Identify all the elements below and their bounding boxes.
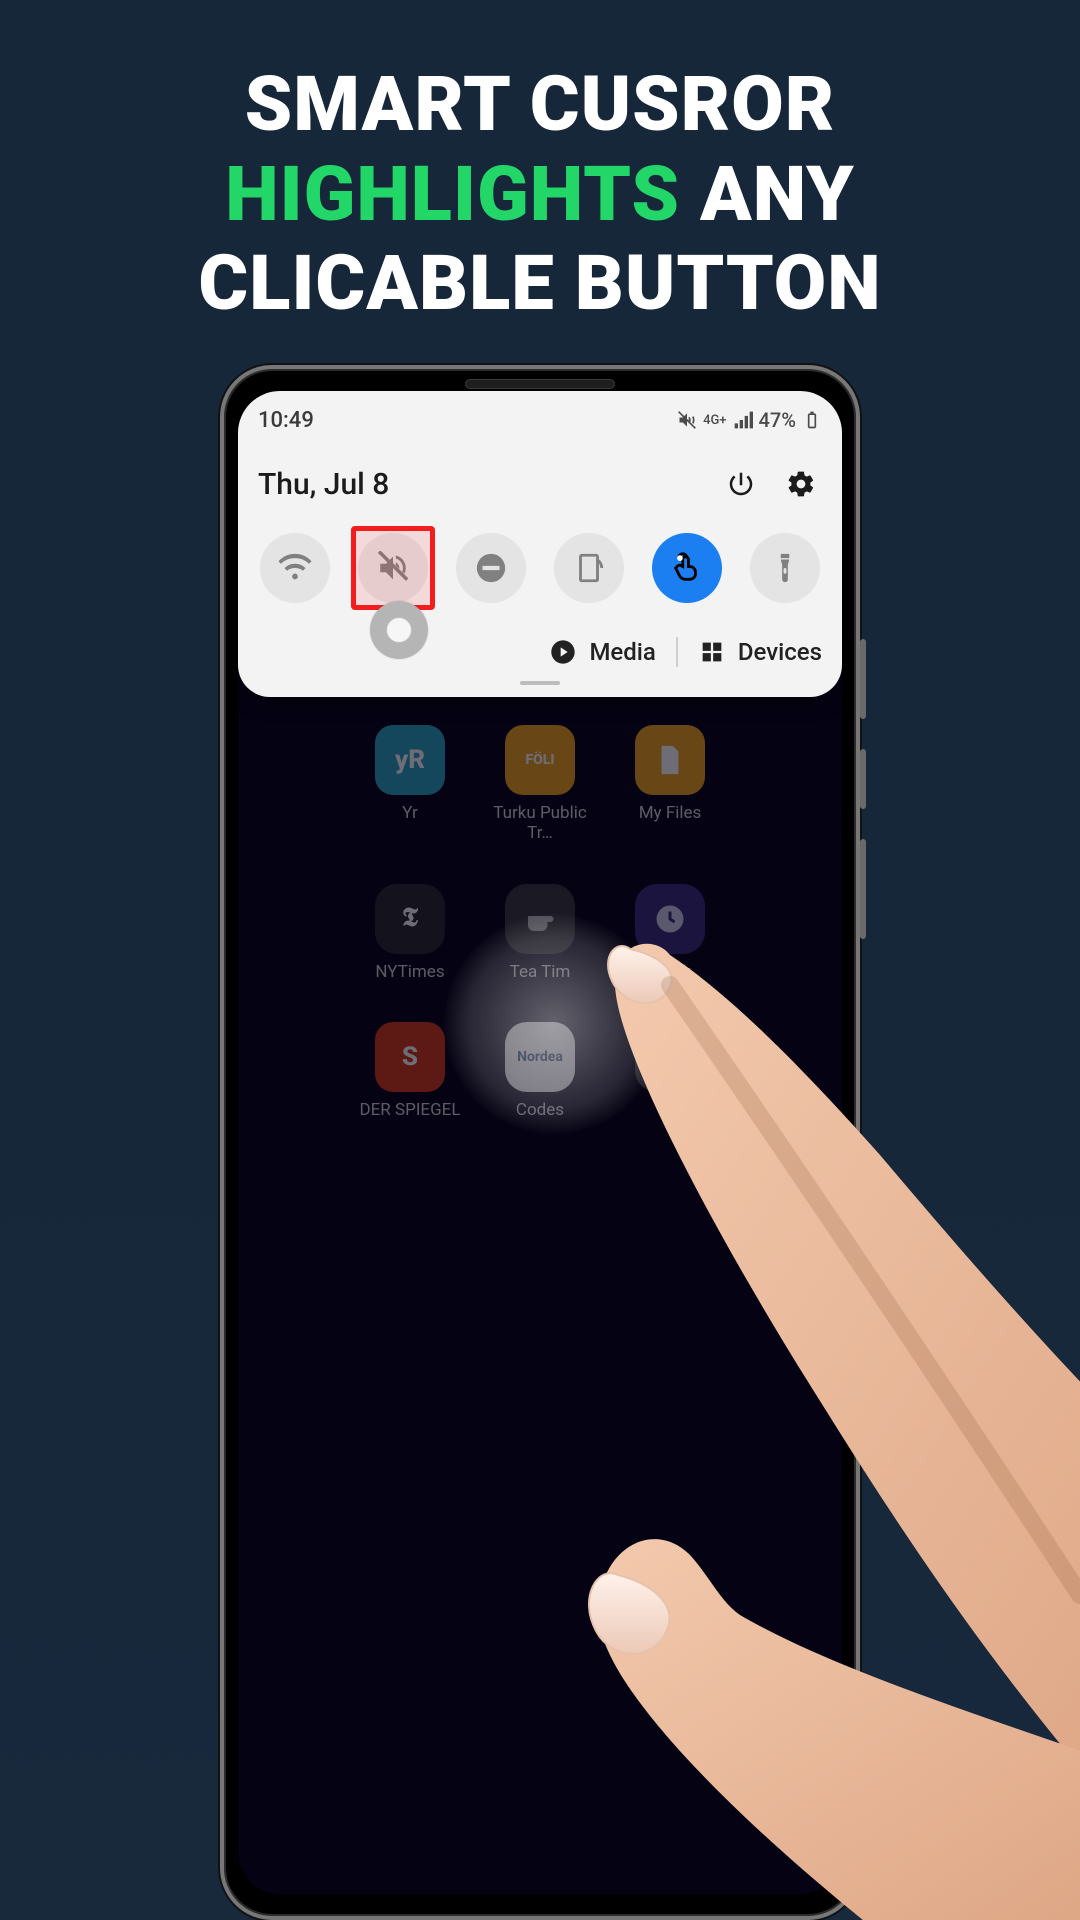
power-icon (726, 469, 756, 499)
home-app[interactable]: yR Yr (350, 725, 470, 844)
rotate-icon (572, 551, 606, 585)
devices-button[interactable]: Devices (698, 638, 822, 666)
qs-gesture-toggle[interactable] (652, 533, 722, 603)
app-icon: FÖLI (505, 725, 575, 795)
phone-side-button (860, 639, 866, 719)
home-app[interactable]: 𝕿 NYTimes (350, 884, 470, 982)
app-icon: S (375, 1022, 445, 1092)
status-bar: 10:49 4G+ 47% (258, 403, 822, 437)
phone-side-button (860, 749, 866, 809)
media-button[interactable]: Media (549, 638, 655, 666)
network-type: 4G+ (703, 413, 726, 428)
qs-wifi-toggle[interactable] (260, 533, 330, 603)
mute-icon (376, 551, 410, 585)
status-time: 10:49 (258, 408, 314, 433)
battery-text: 47% (759, 408, 796, 432)
headline-line1: Smart cusror (245, 59, 836, 149)
gear-icon (786, 469, 816, 499)
signal-icon (733, 410, 753, 430)
qs-rotate-toggle[interactable] (554, 533, 624, 603)
headline-line3: clicable button (198, 238, 881, 328)
panel-date: Thu, Jul 8 (258, 467, 389, 502)
quick-settings-row (258, 533, 822, 603)
gesture-icon (670, 551, 704, 585)
panel-date-row: Thu, Jul 8 (258, 463, 822, 505)
qs-mute-toggle[interactable] (358, 533, 428, 603)
battery-icon (802, 410, 822, 430)
qs-flashlight-toggle[interactable] (750, 533, 820, 603)
divider (676, 637, 678, 667)
app-icon (635, 725, 705, 795)
pointing-hand (560, 915, 1080, 1920)
flashlight-icon (768, 551, 802, 585)
mute-status-icon (677, 410, 697, 430)
grid-icon (698, 638, 726, 666)
headline-line2b: any (680, 149, 855, 239)
status-icons: 4G+ 47% (677, 408, 822, 432)
phone-speaker (465, 379, 615, 389)
headline-accent: highlights (225, 149, 680, 239)
power-button[interactable] (720, 463, 762, 505)
smart-cursor (370, 601, 428, 659)
app-label: Turku Public Tr… (484, 803, 596, 844)
app-icon: 𝕿 (375, 884, 445, 954)
app-icon: yR (375, 725, 445, 795)
app-label: DER SPIEGEL (359, 1100, 460, 1120)
dnd-icon (474, 551, 508, 585)
marketing-headline: Smart cusror highlights any clicable but… (0, 60, 1080, 329)
app-label: Yr (402, 803, 418, 823)
devices-label: Devices (738, 638, 822, 666)
wifi-icon (278, 551, 312, 585)
settings-button[interactable] (780, 463, 822, 505)
home-app[interactable]: FÖLI Turku Public Tr… (480, 725, 600, 844)
media-label: Media (589, 638, 655, 666)
panel-grabber[interactable] (520, 681, 560, 685)
app-label: My Files (639, 803, 702, 823)
notification-panel: 10:49 4G+ 47% Thu, Jul 8 (238, 391, 842, 697)
play-circle-icon (549, 638, 577, 666)
home-app[interactable]: My Files (610, 725, 730, 844)
qs-dnd-toggle[interactable] (456, 533, 526, 603)
app-label: NYTimes (375, 962, 444, 982)
media-devices-row: Media Devices (258, 637, 822, 667)
